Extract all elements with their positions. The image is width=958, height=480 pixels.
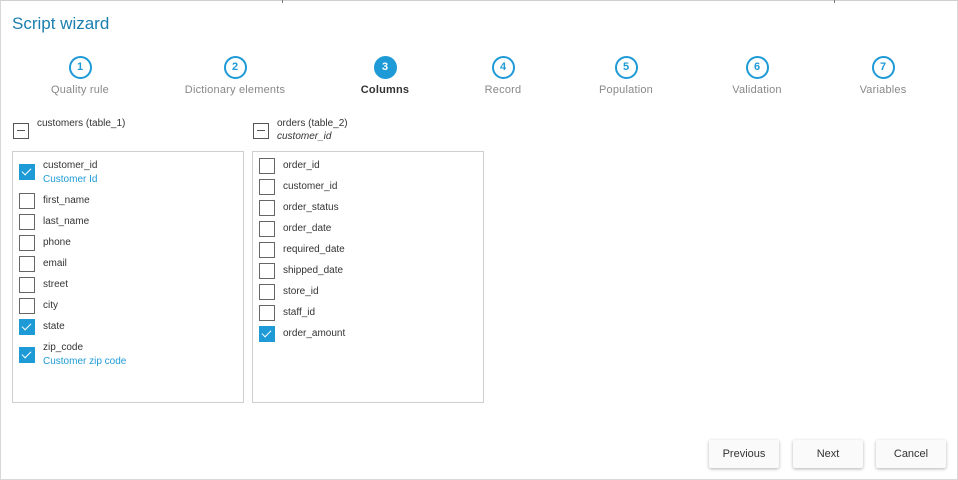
column-description: Customer Id <box>43 174 98 185</box>
dialog-title: Script wizard <box>12 14 110 33</box>
column-name: order_amount <box>283 328 346 339</box>
column-checkbox[interactable] <box>19 256 35 272</box>
column-name: order_id <box>283 160 320 171</box>
column-checkbox[interactable] <box>19 319 35 335</box>
table-1-header: customers (table_1) <box>37 118 125 129</box>
column-name: order_date <box>283 223 332 234</box>
column-name: email <box>43 258 67 269</box>
column-checkbox[interactable] <box>259 221 275 237</box>
step-number: 5 <box>614 56 638 79</box>
column-name: store_id <box>283 286 319 297</box>
step-label: Quality rule <box>50 84 110 96</box>
column-checkbox[interactable] <box>259 242 275 258</box>
column-checkbox[interactable] <box>259 284 275 300</box>
step-number: 7 <box>871 56 895 79</box>
collapse-table-2-button[interactable] <box>253 123 269 139</box>
step-number: 2 <box>223 56 247 79</box>
step-validation[interactable]: 6 Validation <box>687 56 827 96</box>
column-name: first_name <box>43 195 90 206</box>
column-name: customer_id <box>43 160 98 171</box>
step-label: Validation <box>732 84 782 96</box>
column-name: customer_id <box>283 181 338 192</box>
column-checkbox[interactable] <box>19 298 35 314</box>
step-population[interactable]: 5 Population <box>556 56 696 96</box>
column-checkbox[interactable] <box>19 277 35 293</box>
column-name: street <box>43 279 69 290</box>
previous-button[interactable]: Previous <box>709 440 779 468</box>
step-quality-rule[interactable]: 1 Quality rule <box>10 56 150 96</box>
column-checkbox[interactable] <box>19 193 35 209</box>
step-label: Dictionary elements <box>184 84 286 96</box>
table-2-columns-panel: order_id customer_id order_status order_… <box>252 151 484 403</box>
column-name: shipped_date <box>283 265 344 276</box>
step-number: 1 <box>68 56 92 79</box>
column-name: order_status <box>283 202 339 213</box>
table-2-title: orders (table_2) <box>277 118 348 129</box>
collapse-table-1-button[interactable] <box>13 123 29 139</box>
step-label: Variables <box>859 84 907 96</box>
column-name: staff_id <box>283 307 316 318</box>
column-checkbox[interactable] <box>259 305 275 321</box>
column-name: zip_code <box>43 342 84 353</box>
column-name: last_name <box>43 216 90 227</box>
column-name: state <box>43 321 65 332</box>
column-checkbox[interactable] <box>259 326 275 342</box>
step-number: 4 <box>491 56 515 79</box>
step-dictionary-elements[interactable]: 2 Dictionary elements <box>165 56 305 96</box>
table-2-join-key: customer_id <box>277 131 332 142</box>
column-checkbox[interactable] <box>259 179 275 195</box>
column-name: required_date <box>283 244 345 255</box>
column-checkbox[interactable] <box>19 235 35 251</box>
top-edge-mark <box>834 0 835 3</box>
column-description: Customer zip code <box>43 356 127 367</box>
step-number: 3 <box>373 56 397 79</box>
step-label: Population <box>599 84 653 96</box>
top-edge-mark <box>282 0 283 3</box>
column-checkbox[interactable] <box>19 347 35 363</box>
column-checkbox[interactable] <box>259 200 275 216</box>
table-1-columns-panel: customer_id Customer Id first_name last_… <box>12 151 244 403</box>
column-checkbox[interactable] <box>259 263 275 279</box>
step-variables[interactable]: 7 Variables <box>813 56 953 96</box>
cancel-button[interactable]: Cancel <box>876 440 946 468</box>
step-record[interactable]: 4 Record <box>433 56 573 96</box>
column-checkbox[interactable] <box>19 164 35 180</box>
column-name: phone <box>43 237 71 248</box>
table-1-title: customers (table_1) <box>37 118 126 129</box>
column-checkbox[interactable] <box>19 214 35 230</box>
step-number: 6 <box>745 56 769 79</box>
step-label: Record <box>484 84 522 96</box>
column-checkbox[interactable] <box>259 158 275 174</box>
next-button[interactable]: Next <box>793 440 863 468</box>
column-name: city <box>43 300 58 311</box>
table-2-header: orders (table_2) customer_id <box>277 118 348 142</box>
